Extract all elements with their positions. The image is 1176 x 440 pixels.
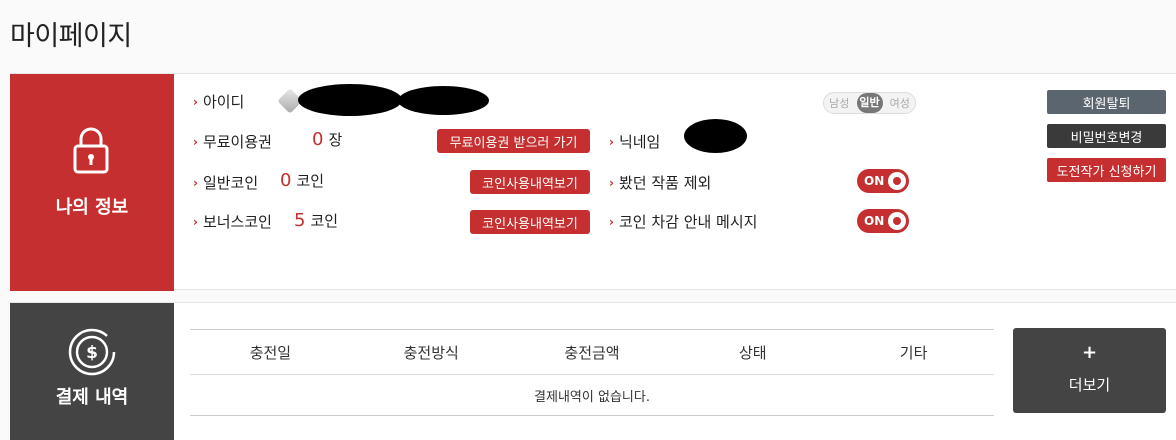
gender-selector[interactable]: 남성 일반 여성: [823, 92, 916, 114]
plus-icon: +: [1081, 342, 1098, 363]
redacted-nickname: [684, 119, 747, 153]
free-pass-label: 무료이용권: [202, 133, 272, 151]
coin-notice-label: 코인 차감 안내 메시지: [618, 213, 758, 231]
gender-option-male[interactable]: 남성: [824, 95, 855, 111]
coin-notice-toggle[interactable]: ON: [857, 209, 909, 233]
free-pass-count-group: 0 장: [312, 129, 342, 150]
change-password-button[interactable]: 비밀번호변경: [1047, 124, 1166, 148]
my-info-label: 나의 정보: [55, 197, 129, 218]
payment-side-panel: $ 결제 내역: [10, 303, 174, 440]
id-row: › 아이디: [193, 91, 244, 112]
normal-coin-unit: 코인: [296, 172, 325, 190]
bullet-icon: ›: [609, 175, 614, 190]
bullet-icon: ›: [609, 134, 614, 149]
bonus-coin-unit: 코인: [310, 212, 339, 230]
free-pass-count: 0: [312, 129, 324, 150]
redacted-id-2: [398, 86, 489, 115]
gender-option-female[interactable]: 여성: [885, 95, 916, 111]
more-label: 더보기: [1068, 376, 1111, 394]
normal-coin-history-button[interactable]: 코인사용내역보기: [470, 170, 590, 194]
bonus-coin-row: › 보너스코인: [193, 211, 272, 232]
column-charge-method: 충전방식: [403, 343, 459, 362]
redacted-id: [298, 84, 402, 116]
bonus-coin-label: 보너스코인: [202, 213, 272, 231]
nickname-row: › 닉네임: [609, 131, 660, 152]
bullet-icon: ›: [193, 94, 198, 109]
exclude-viewed-row: › 봤던 작품 제외: [609, 172, 711, 193]
svg-text:$: $: [86, 343, 98, 363]
exclude-viewed-toggle-label: ON: [864, 174, 885, 188]
page-title: 마이페이지: [10, 21, 132, 52]
toggle-knob: [888, 172, 906, 190]
bonus-coin-count-group: 5 코인: [294, 210, 338, 231]
bonus-coin-count: 5: [294, 210, 306, 231]
bullet-icon: ›: [193, 214, 198, 229]
bullet-icon: ›: [193, 134, 198, 149]
column-etc: 기타: [899, 343, 928, 362]
id-label: 아이디: [202, 93, 245, 111]
exclude-viewed-label: 봤던 작품 제외: [618, 174, 712, 192]
exclude-viewed-toggle[interactable]: ON: [857, 169, 909, 193]
more-button[interactable]: + 더보기: [1013, 328, 1166, 413]
bullet-icon: ›: [193, 175, 198, 190]
payment-empty-message: 결제내역이 없습니다.: [534, 389, 650, 405]
normal-coin-row: › 일반코인: [193, 172, 258, 193]
payment-table-header: 충전일 충전방식 충전금액 상태 기타: [190, 330, 994, 375]
column-status: 상태: [738, 343, 767, 362]
withdraw-button[interactable]: 회원탈퇴: [1047, 90, 1166, 114]
my-info-side-panel: 나의 정보: [10, 74, 174, 291]
nickname-label: 닉네임: [618, 133, 661, 151]
column-charge-amount: 충전금액: [564, 343, 620, 362]
free-pass-button[interactable]: 무료이용권 받으러 가기: [437, 129, 590, 153]
dollar-circle-icon: $: [68, 328, 116, 376]
bullet-icon: ›: [609, 214, 614, 229]
payment-history-label: 결제 내역: [55, 387, 129, 408]
column-charge-date: 충전일: [249, 343, 292, 362]
free-pass-unit: 장: [328, 131, 343, 149]
free-pass-row: › 무료이용권: [193, 131, 272, 152]
payment-history-section: $ 결제 내역 충전일 충전방식 충전금액 상태 기타 결제내역이 없습니다. …: [10, 302, 1176, 440]
lock-icon: [73, 127, 109, 174]
normal-coin-count: 0: [280, 170, 292, 191]
normal-coin-label: 일반코인: [202, 174, 259, 192]
coin-notice-toggle-label: ON: [864, 214, 885, 228]
toggle-knob: [888, 212, 906, 230]
normal-coin-count-group: 0 코인: [280, 170, 324, 191]
gender-option-normal[interactable]: 일반: [856, 93, 883, 113]
apply-challenge-writer-button[interactable]: 도전작가 신청하기: [1047, 158, 1166, 182]
payment-table: 충전일 충전방식 충전금액 상태 기타 결제내역이 없습니다.: [190, 329, 994, 416]
coin-notice-row: › 코인 차감 안내 메시지: [609, 211, 757, 232]
my-info-section: 나의 정보: [10, 73, 1176, 291]
bonus-coin-history-button[interactable]: 코인사용내역보기: [470, 210, 590, 234]
